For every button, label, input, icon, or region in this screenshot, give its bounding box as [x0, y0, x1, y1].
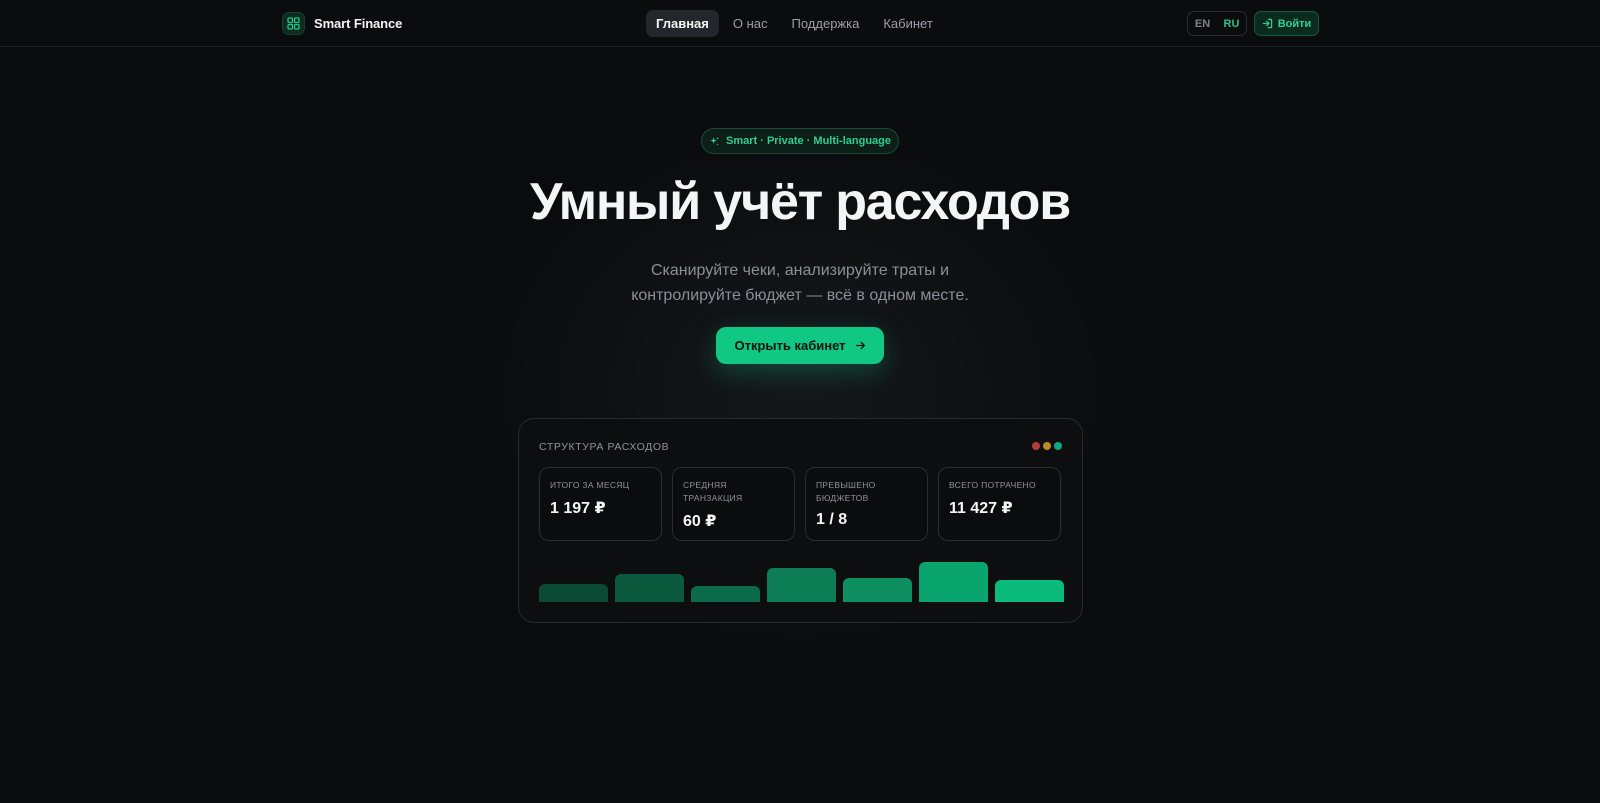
brand-name: Smart Finance: [314, 16, 403, 31]
stat-average-transaction: СРЕДНЯЯ ТРАНЗАКЦИЯ 60 ₽: [672, 467, 795, 541]
stat-label: ИТОГО ЗА МЕСЯЦ: [550, 480, 630, 490]
dot-green: [1054, 442, 1062, 450]
arrow-right-icon: [855, 341, 865, 350]
nav-item-support[interactable]: Поддержка: [782, 10, 870, 37]
spending-bar: [539, 583, 608, 602]
spending-bar: [615, 574, 684, 602]
open-cabinet-button[interactable]: Открыть кабинет: [716, 327, 884, 364]
login-label: Войти: [1277, 17, 1312, 30]
stat-monthly-total: ИТОГО ЗА МЕСЯЦ 1 197 ₽: [539, 467, 662, 541]
dot-red: [1032, 442, 1040, 450]
stat-budgets-exceeded: ПРЕВЫШЕНО БЮДЖЕТОВ 1 / 8: [805, 467, 928, 541]
stat-value: 60 ₽: [683, 513, 717, 530]
spending-bar: [919, 562, 988, 602]
stat-value: 11 427 ₽: [949, 500, 1013, 517]
login-button[interactable]: Войти: [1254, 11, 1319, 36]
brand[interactable]: Smart Finance: [282, 12, 402, 35]
feature-badge-text: Smart · Private · Multi-language: [725, 135, 892, 147]
spending-bar: [691, 585, 760, 602]
main-nav: Главная О нас Поддержка Кабинет: [646, 10, 943, 37]
hero-subtitle-line-1: Сканируйте чеки, анализируйте траты и: [650, 262, 950, 279]
top-navbar: Smart Finance Главная О нас Поддержка Ка…: [0, 0, 1600, 47]
hero-title: Умный учёт расходов: [530, 173, 1071, 231]
hero-subtitle-line-2: контролируйте бюджет — всё в одном месте…: [631, 287, 969, 304]
stat-value: 1 / 8: [816, 511, 848, 528]
stat-label: ВСЕГО ПОТРАЧЕНО: [949, 480, 1036, 490]
lang-ru-button[interactable]: RU: [1217, 12, 1246, 35]
window-dots: [1032, 442, 1062, 450]
expense-structure-card: СТРУКТУРА РАСХОДОВ ИТОГО ЗА МЕСЯЦ 1 197 …: [518, 418, 1083, 623]
spending-bar: [843, 578, 912, 602]
feature-badge: Smart · Private · Multi-language: [701, 128, 899, 154]
lang-en-button[interactable]: EN: [1188, 12, 1217, 35]
stat-label: ПРЕВЫШЕНО БЮДЖЕТОВ: [816, 480, 876, 503]
dot-yellow: [1043, 442, 1051, 450]
sign-in-icon: [1262, 18, 1272, 29]
hero-subtitle: Сканируйте чеки, анализируйте траты и ко…: [560, 258, 1040, 308]
nav-item-home[interactable]: Главная: [646, 10, 719, 37]
spending-bars: [539, 557, 1064, 602]
stat-total-spent: ВСЕГО ПОТРАЧЕНО 11 427 ₽: [938, 467, 1061, 541]
nav-item-cabinet[interactable]: Кабинет: [873, 10, 942, 37]
card-title: СТРУКТУРА РАСХОДОВ: [539, 441, 670, 453]
sparkle-icon: [710, 136, 720, 146]
grid-logo-icon: [282, 12, 305, 35]
open-cabinet-label: Открыть кабинет: [734, 338, 846, 353]
stat-label: СРЕДНЯЯ ТРАНЗАКЦИЯ: [683, 480, 743, 503]
spending-bar: [995, 579, 1064, 602]
language-switcher: EN RU: [1187, 11, 1247, 36]
stat-value: 1 197 ₽: [550, 500, 606, 517]
spending-bar: [767, 568, 836, 602]
nav-item-about[interactable]: О нас: [723, 10, 778, 37]
